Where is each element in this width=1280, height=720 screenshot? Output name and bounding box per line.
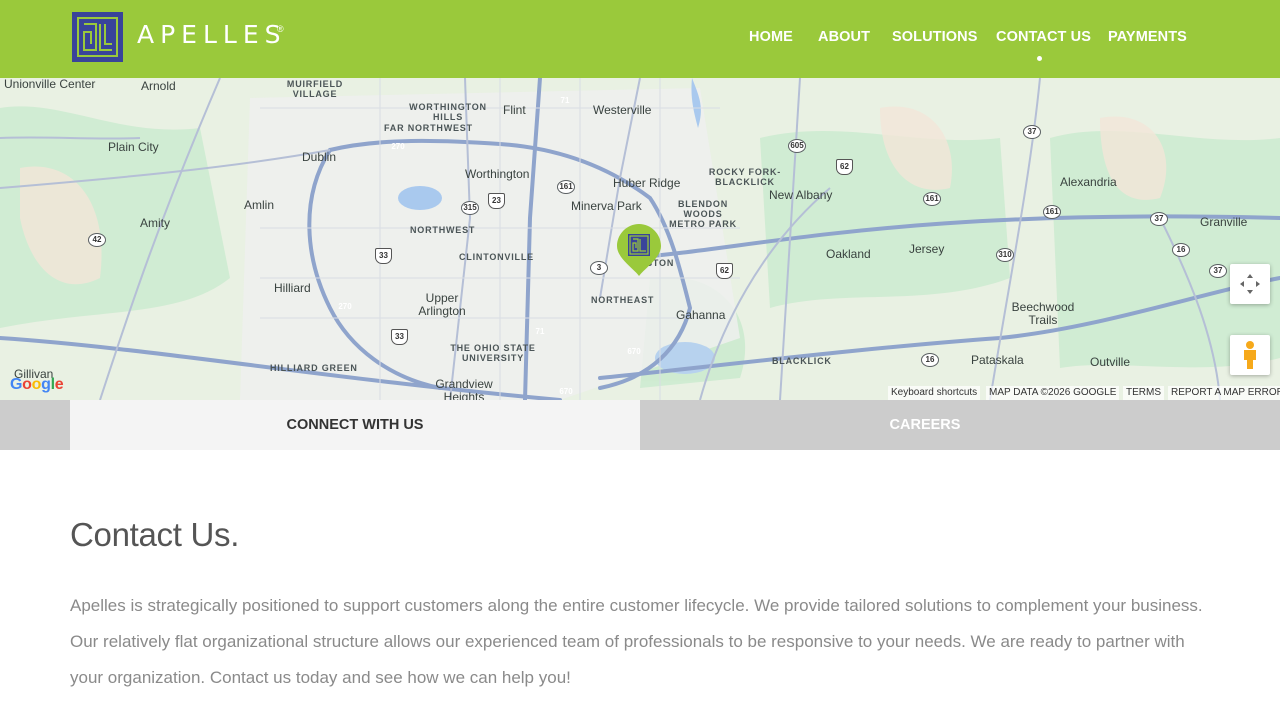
map-label-minerva-park: Minerva Park (571, 199, 642, 213)
main-nav: HOME ABOUT SOLUTIONS CONTACT US PAYMENTS (0, 29, 1280, 49)
map-label-worthington: Worthington (465, 167, 530, 181)
tab-careers[interactable]: CAREERS (640, 400, 1210, 450)
map-label-worthington-hills: WORTHINGTON HILLS (409, 102, 487, 122)
map-label-oakland: Oakland (826, 247, 871, 261)
map-data-attribution: MAP DATA ©2026 GOOGLE (986, 386, 1120, 400)
nav-home[interactable]: HOME (749, 29, 793, 45)
map-label-jersey: Jersey (909, 242, 945, 256)
map-label-alexandria: Alexandria (1060, 175, 1117, 189)
nav-solutions[interactable]: SOLUTIONS (892, 29, 978, 45)
site-header: APELLES ® HOME ABOUT SOLUTIONS CONTACT U… (0, 0, 1280, 78)
route-37-shield-2: 37 (1150, 212, 1168, 226)
terms-link[interactable]: TERMS (1123, 386, 1164, 400)
interstate-670-shield: 670 (624, 343, 644, 364)
us-33-shield-2: 33 (391, 329, 408, 345)
us-62-shield-2: 62 (716, 263, 733, 279)
map-label-flint: Flint (503, 103, 526, 117)
map-label-huber-ridge: Huber Ridge (613, 176, 681, 190)
interstate-270-shield: 270 (388, 138, 408, 159)
map-label-granville: Granville (1200, 215, 1248, 229)
route-315-shield: 315 (461, 201, 479, 215)
report-map-error-link[interactable]: REPORT A MAP ERROR (1168, 386, 1280, 400)
route-310-shield: 310 (996, 248, 1014, 262)
map-label-clintonville: CLINTONVILLE (459, 252, 534, 262)
route-605-shield: 605 (788, 139, 806, 153)
google-logo[interactable]: Google (10, 376, 64, 394)
nav-contact-us[interactable]: CONTACT US (996, 29, 1091, 45)
map-camera-control-icon[interactable] (1230, 264, 1270, 304)
map-label-far-northwest: FAR NORTHWEST (384, 123, 473, 133)
map-label-amity: Amity (140, 216, 170, 230)
map-label-northwest: NORTHWEST (410, 225, 476, 235)
map-label-hilliard-green: HILLIARD GREEN (270, 363, 358, 373)
tab-connect-with-us[interactable]: CONNECT WITH US (70, 400, 640, 450)
route-16-shield-2: 16 (921, 353, 939, 367)
street-view-pegman-icon[interactable] (1230, 335, 1270, 375)
page-title: Contact Us. (70, 516, 240, 553)
route-161-shield-3: 161 (1043, 205, 1061, 219)
route-42-shield: 42 (88, 233, 106, 247)
map-label-new-albany: New Albany (769, 188, 833, 202)
interstate-670-shield-2: 670 (556, 383, 576, 400)
map-label-unionville: Unionville Center (4, 78, 96, 91)
us-23-shield: 23 (488, 193, 505, 209)
google-map[interactable]: Unionville Center Arnold MUIRFIELD VILLA… (0, 78, 1280, 400)
map-label-amlin: Amlin (244, 198, 275, 212)
map-label-rocky-fork: ROCKY FORK-BLACKLICK (708, 167, 782, 187)
interstate-71-shield-2: 71 (530, 323, 550, 344)
route-37-shield: 37 (1023, 125, 1041, 139)
route-161-shield-2: 161 (923, 192, 941, 206)
nav-about[interactable]: ABOUT (818, 29, 870, 45)
us-62-shield: 62 (836, 159, 853, 175)
route-161-shield: 161 (557, 180, 575, 194)
map-label-pataskala: Pataskala (971, 353, 1024, 367)
keyboard-shortcuts-link[interactable]: Keyboard shortcuts (888, 386, 981, 400)
map-label-ohio-state: THE OHIO STATE UNIVERSITY (450, 343, 536, 363)
map-label-outville: Outville (1090, 355, 1131, 369)
map-label-gahanna: Gahanna (676, 308, 726, 322)
map-label-hilliard: Hilliard (274, 281, 311, 295)
map-label-beechwood: Beechwood Trails (1011, 300, 1075, 328)
map-label-plain-city: Plain City (108, 140, 159, 154)
route-3-shield: 3 (590, 261, 608, 275)
interstate-270-shield-2: 270 (335, 298, 355, 319)
map-label-blendon-woods: BLENDON WOODS METRO PARK (669, 199, 737, 229)
map-label-muirfield: MUIRFIELD VILLAGE (286, 79, 344, 99)
interstate-71-shield: 71 (555, 92, 575, 113)
nav-payments[interactable]: PAYMENTS (1108, 29, 1187, 45)
map-label-grandview: Grandview Heights (435, 377, 493, 400)
route-37-shield-3: 37 (1209, 264, 1227, 278)
map-label-arnold: Arnold (141, 79, 176, 93)
map-label-dublin: Dublin (302, 150, 337, 164)
active-nav-indicator (1037, 56, 1042, 61)
map-label-westerville: Westerville (593, 103, 652, 117)
map-label-upper-arlington: Upper Arlington (418, 291, 466, 319)
route-16-shield: 16 (1172, 243, 1190, 257)
intro-paragraph: Apelles is strategically positioned to s… (70, 596, 1203, 687)
us-33-shield: 33 (375, 248, 392, 264)
map-label-blacklick: BLACKLICK (772, 356, 832, 366)
location-pin-icon[interactable] (615, 222, 663, 278)
map-label-northeast: NORTHEAST (591, 295, 655, 305)
